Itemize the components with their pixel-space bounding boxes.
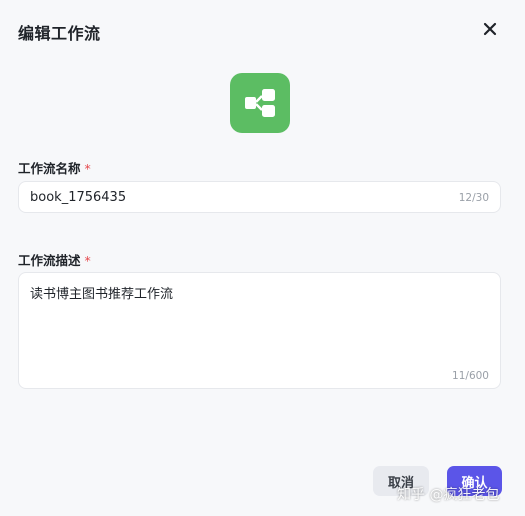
confirm-button[interactable]: 确认 — [447, 466, 502, 496]
dialog-title: 编辑工作流 — [18, 24, 101, 43]
workflow-name-input[interactable]: book_1756435 12/30 — [18, 181, 501, 213]
edit-workflow-dialog: 编辑工作流 工作流名称 * book_1756435 12/30 工作流描述 * 读… — [0, 0, 525, 516]
cancel-button[interactable]: 取消 — [373, 466, 429, 496]
required-marker: * — [84, 253, 91, 268]
required-marker: * — [84, 161, 91, 176]
name-label: 工作流名称 * — [18, 161, 91, 176]
description-char-count: 11/600 — [452, 370, 489, 382]
workflow-icon[interactable] — [230, 73, 290, 133]
description-label: 工作流描述 * — [18, 253, 91, 268]
workflow-description-value: 读书博主图书推荐工作流 — [30, 287, 174, 302]
close-icon[interactable] — [481, 20, 499, 38]
workflow-description-textarea[interactable]: 读书博主图书推荐工作流 11/600 — [18, 272, 501, 389]
workflow-name-value: book_1756435 — [30, 190, 127, 205]
name-char-count: 12/30 — [458, 192, 489, 204]
